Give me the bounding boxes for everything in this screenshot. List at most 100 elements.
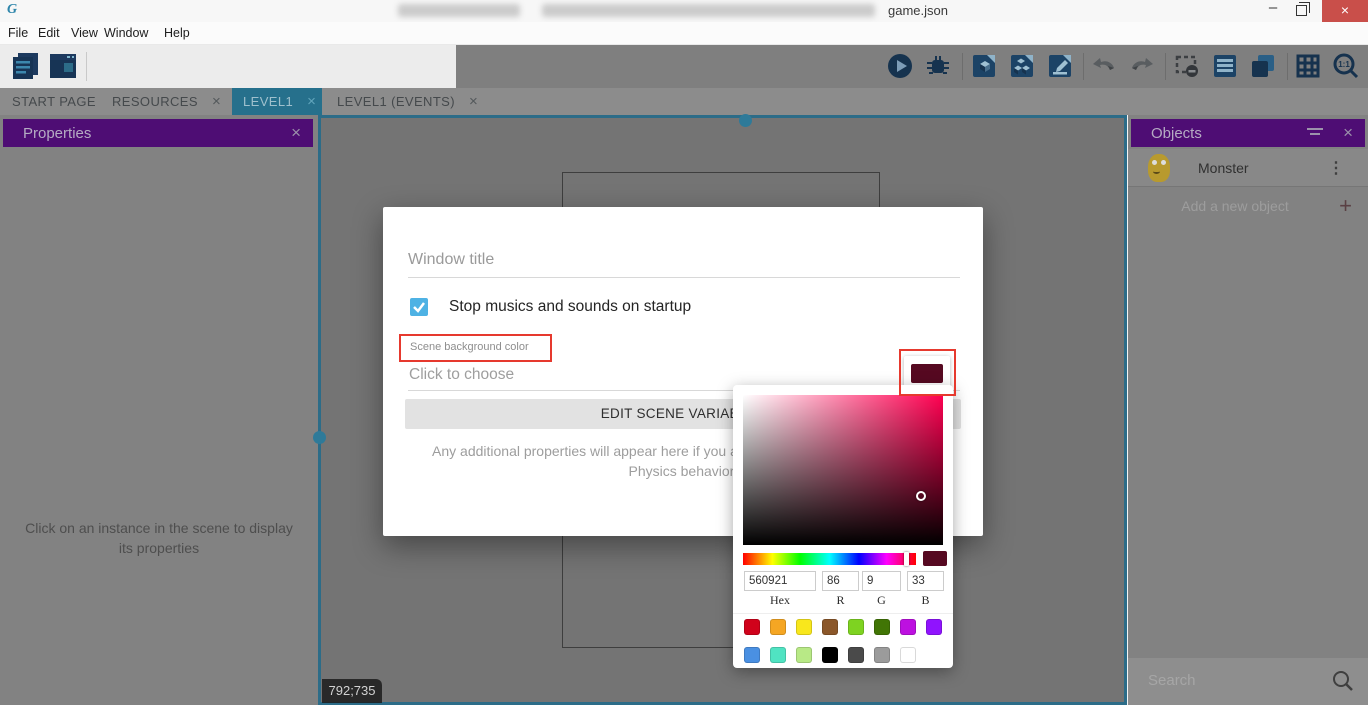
preset-color-swatch[interactable]: [744, 619, 760, 635]
preset-color-swatch[interactable]: [874, 647, 890, 663]
redacted-path-block: [542, 4, 875, 17]
preset-color-swatch[interactable]: [900, 619, 916, 635]
annotation-box-color-swatch: [899, 349, 956, 396]
preset-color-swatch[interactable]: [770, 647, 786, 663]
properties-hint: Click on an instance in the scene to dis…: [10, 518, 308, 558]
picker-current-color: [923, 551, 947, 566]
menu-window[interactable]: Window: [104, 26, 148, 40]
toolbar: 1:1: [0, 45, 1368, 88]
tab-close-icon[interactable]: ×: [469, 93, 478, 110]
hue-slider-handle[interactable]: [904, 552, 909, 566]
search-icon: [1332, 670, 1354, 692]
preset-color-swatch[interactable]: [848, 619, 864, 635]
preset-color-swatch[interactable]: [770, 619, 786, 635]
properties-panel: Properties × Click on an instance in the…: [0, 115, 318, 705]
menu-file[interactable]: File: [8, 26, 28, 40]
cursor-coordinates-badge: 792;735: [322, 679, 382, 703]
hex-label: Hex: [744, 593, 816, 608]
preset-color-swatch[interactable]: [848, 647, 864, 663]
hue-slider[interactable]: [743, 553, 916, 565]
menu-edit[interactable]: Edit: [38, 26, 60, 40]
grid-toggle-button[interactable]: [1294, 52, 1322, 80]
left-panel-resize-handle[interactable]: [313, 431, 326, 444]
menu-view[interactable]: View: [71, 26, 98, 40]
svg-text:1:1: 1:1: [1338, 60, 1350, 69]
search-placeholder: Search: [1148, 672, 1196, 689]
preset-color-swatch[interactable]: [796, 647, 812, 663]
close-objects-icon[interactable]: ×: [1343, 123, 1353, 143]
window-title-field[interactable]: Window title: [408, 251, 494, 269]
title-bar: G game.json – ×: [0, 0, 1368, 22]
add-object-label: Add a new object: [1181, 198, 1288, 214]
color-picker: Hex R G B: [733, 385, 953, 668]
undo-button[interactable]: [1090, 52, 1118, 80]
tab-close-icon[interactable]: ×: [307, 93, 316, 110]
tab-level1[interactable]: LEVEL1 ×: [232, 88, 322, 115]
add-object-plus-icon[interactable]: +: [1339, 193, 1352, 219]
tab-level1-events[interactable]: LEVEL1 (EVENTS) ×: [322, 88, 480, 115]
preset-color-swatch[interactable]: [744, 647, 760, 663]
object-thumbnail: [1148, 154, 1170, 182]
preset-color-swatch[interactable]: [822, 619, 838, 635]
layers-editor-button[interactable]: [1249, 52, 1277, 80]
filter-icon[interactable]: [1307, 128, 1323, 138]
instances-list-button[interactable]: [1211, 52, 1239, 80]
tab-start-page[interactable]: START PAGE: [0, 88, 100, 115]
preset-color-swatch[interactable]: [796, 619, 812, 635]
minimize-button[interactable]: –: [1258, 0, 1288, 22]
debugger-button[interactable]: [924, 52, 952, 80]
canvas-top-resize-handle[interactable]: [739, 114, 752, 127]
restore-button[interactable]: [1296, 5, 1307, 16]
object-groups-panel-button[interactable]: [1008, 52, 1036, 80]
r-input[interactable]: [822, 571, 859, 591]
b-input[interactable]: [907, 571, 944, 591]
b-label: B: [907, 593, 944, 608]
color-field[interactable]: Click to choose: [409, 366, 514, 384]
tab-close-icon[interactable]: ×: [212, 93, 221, 110]
redo-button[interactable]: [1128, 52, 1156, 80]
hex-input[interactable]: [744, 571, 816, 591]
saturation-area[interactable]: [743, 395, 943, 545]
r-label: R: [822, 593, 859, 608]
preset-color-swatch[interactable]: [822, 647, 838, 663]
object-name: Monster: [1198, 160, 1249, 176]
menu-bar: File Edit View Window Help: [0, 22, 1368, 45]
preview-play-button[interactable]: [886, 52, 914, 80]
preset-swatches-row1: [744, 619, 952, 635]
preset-swatches-row2: [744, 647, 926, 663]
redacted-path-block: [398, 4, 520, 17]
g-label: G: [862, 593, 901, 608]
objects-panel-header: Objects ×: [1131, 119, 1365, 147]
zoom-button[interactable]: 1:1: [1332, 52, 1360, 80]
gdevelop-logo-icon: G: [7, 2, 17, 18]
tab-resources[interactable]: RESOURCES ×: [100, 88, 232, 115]
object-list-item[interactable]: Monster ⋮: [1128, 149, 1368, 187]
clear-selection-button[interactable]: [1173, 52, 1201, 80]
preset-color-swatch[interactable]: [900, 647, 916, 663]
tab-strip: START PAGE RESOURCES × LEVEL1 × LEVEL1 (…: [0, 88, 1368, 115]
properties-panel-header: Properties ×: [3, 119, 313, 147]
close-window-button[interactable]: ×: [1322, 0, 1368, 22]
close-properties-icon[interactable]: ×: [291, 123, 301, 143]
add-object-row[interactable]: Add a new object +: [1128, 189, 1368, 223]
left-panel-resize-bar[interactable]: [318, 115, 321, 705]
scene-editor-icon[interactable]: [10, 50, 42, 82]
objects-search-bar[interactable]: Search: [1128, 658, 1368, 705]
preset-color-swatch[interactable]: [874, 619, 890, 635]
stop-sounds-checkbox[interactable]: [410, 298, 428, 316]
menu-help[interactable]: Help: [164, 26, 190, 40]
object-menu-icon[interactable]: ⋮: [1328, 158, 1344, 178]
right-panel-resize-bar[interactable]: [1124, 115, 1127, 705]
scene-properties-button[interactable]: [1046, 52, 1074, 80]
saturation-cursor[interactable]: [916, 491, 926, 501]
objects-panel-button[interactable]: [970, 52, 998, 80]
g-input[interactable]: [862, 571, 901, 591]
canvas-top-border: [321, 115, 1124, 118]
stop-sounds-label: Stop musics and sounds on startup: [449, 298, 691, 316]
annotation-box-scene-bg-label: [399, 334, 552, 362]
window-title: game.json: [888, 3, 948, 18]
events-editor-icon[interactable]: [47, 50, 79, 82]
properties-panel-title: Properties: [23, 125, 91, 142]
preset-color-swatch[interactable]: [926, 619, 942, 635]
objects-panel: Objects × Monster ⋮ Add a new object + S…: [1128, 115, 1368, 705]
